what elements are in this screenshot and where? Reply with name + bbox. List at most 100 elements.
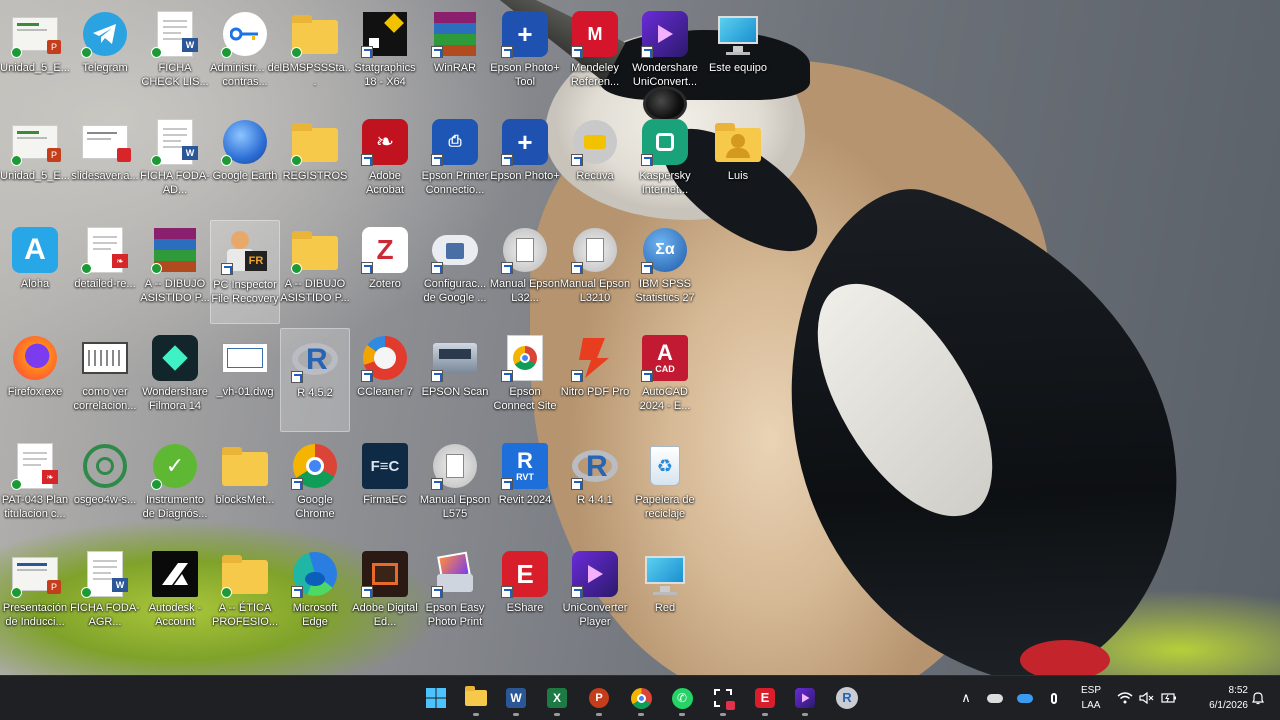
desktop-icon-epson-photo-tool[interactable]: + Epson Photo+ Tool — [490, 4, 560, 108]
desktop-icon-etica-profesional[interactable]: A -- ÉTICA PROFESIO... — [210, 544, 280, 648]
desktop-icon-mendeley[interactable]: M Mendeley Referen... — [560, 4, 630, 108]
desktop-icon-administrador-contrasenas[interactable]: Administr... de contras... — [210, 4, 280, 108]
desktop-icon-microsoft-edge[interactable]: Microsoft Edge — [280, 544, 350, 648]
desktop-icon-epson-connect-site[interactable]: Epson Connect Site — [490, 328, 560, 432]
desktop-icon-ficha-check-list[interactable]: W FICHA CHECK LIS... — [140, 4, 210, 108]
taskbar-snipping-tool[interactable] — [708, 684, 738, 716]
desktop-icon-ibm-spss[interactable]: Σα IBM SPSS Statistics 27 — [630, 220, 700, 324]
desktop-icon-telegram[interactable]: Telegram — [70, 4, 140, 108]
desktop-icon-manual-epson-l3210[interactable]: Manual Epson L3210 — [560, 220, 630, 324]
onedrive-personal-cloud-icon[interactable] — [986, 689, 1004, 707]
desktop-icon-r-452[interactable]: R R 4.5.2 — [280, 328, 350, 432]
desktop-icon-detailed-re[interactable]: ❧ detailed-re... — [70, 220, 140, 324]
taskbar-powerpoint[interactable]: P — [584, 684, 614, 716]
desktop-icon-firmaec[interactable]: F≡C FirmaEC — [350, 436, 420, 540]
desktop-icon-google-chrome[interactable]: Google Chrome — [280, 436, 350, 540]
uniconverter-icon — [795, 688, 815, 708]
taskbar-whatsapp[interactable]: ✆ — [667, 684, 697, 716]
microphone-icon[interactable] — [1045, 689, 1063, 707]
desktop-icon-firefox[interactable]: Firefox.exe — [0, 328, 70, 432]
taskbar-chrome[interactable] — [626, 684, 656, 716]
shortcut-arrow-icon — [291, 478, 303, 490]
taskbar-r[interactable]: R — [832, 684, 862, 712]
desktop-icon-aloha[interactable]: A Aloha — [0, 220, 70, 324]
taskbar-file-explorer[interactable] — [461, 684, 491, 716]
language-label: ESP — [1080, 685, 1101, 696]
input-language-indicator[interactable]: ESP LAA — [1074, 685, 1108, 712]
desktop-icon-registros[interactable]: REGISTROS — [280, 112, 350, 216]
taskbar-word[interactable]: W — [501, 684, 531, 716]
desktop-icon-eshare[interactable]: E EShare — [490, 544, 560, 648]
desktop-icon-r-441[interactable]: R R 4.4.1 — [560, 436, 630, 540]
desktop-icon-unidad-5-b[interactable]: P Unidad_5_E... — [0, 112, 70, 216]
taskbar-eshare[interactable]: E — [750, 684, 780, 716]
notification-bell-icon[interactable] — [1249, 689, 1267, 707]
desktop-icon-label: Microsoft Edge — [292, 602, 338, 628]
desktop-icon-dibujo-asistido-b[interactable]: A -- DIBUJO ASISTIDO P... — [280, 220, 350, 324]
desktop-icon-filmora[interactable]: Wondershare Filmora 14 — [140, 328, 210, 432]
battery-icon[interactable] — [1160, 689, 1178, 707]
desktop-icon-pat-043[interactable]: ❧ PAT-043 Plan titulacion c... — [0, 436, 70, 540]
taskbar-uniconverter[interactable] — [790, 684, 820, 716]
desktop-icon-vh-01-dwg[interactable]: _vh-01.dwg — [210, 328, 280, 432]
desktop-icon-epson-easy-photo-print[interactable]: Epson Easy Photo Print — [420, 544, 490, 648]
desktop-icon-manual-epson-l32[interactable]: Manual Epson L32... — [490, 220, 560, 324]
desktop-icon-label: EPSON Scan — [421, 386, 489, 398]
desktop-icon-label: _vh-01.dwg — [216, 386, 274, 398]
desktop-icon-adobe-acrobat[interactable]: ❧ Adobe Acrobat — [350, 112, 420, 216]
desktop-icon-epson-printer-connection[interactable]: ⎙ Epson Printer Connectio... — [420, 112, 490, 216]
desktop-icon-slidesaver[interactable]: slidesaver.a... — [70, 112, 140, 216]
desktop-icon-label: Telegram — [82, 62, 128, 74]
desktop-icon-winrar[interactable]: WinRAR — [420, 4, 490, 108]
desktop-icon-presentacion-induccion[interactable]: P Presentación de Inducci... — [0, 544, 70, 648]
desktop-icon-autodesk-account[interactable]: Autodesk - Account — [140, 544, 210, 648]
volume-muted-icon[interactable] — [1138, 689, 1156, 707]
desktop-icon-google-earth[interactable]: Google Earth — [210, 112, 280, 216]
desktop-icon-red[interactable]: Red — [630, 544, 700, 648]
desktop-icon-papelera-reciclaje[interactable]: ♻ Papelera de reciclaje — [630, 436, 700, 540]
desktop-icon-label: slidesaver.a... — [71, 170, 139, 182]
desktop-icon-label: Epson Connect Site — [493, 386, 557, 412]
shortcut-arrow-icon — [571, 586, 583, 598]
clock[interactable]: 8:52 6/1/2026 — [1186, 685, 1248, 712]
desktop-icon-luis[interactable]: Luis — [703, 112, 773, 216]
desktop-icon-blocksmet[interactable]: blocksMet... — [210, 436, 280, 540]
desktop-icon-epson-scan[interactable]: EPSON Scan — [420, 328, 490, 432]
desktop-icon-recuva[interactable]: Recuva — [560, 112, 630, 216]
sync-status-icon — [151, 155, 162, 166]
desktop-icon-wondershare-uniconverter[interactable]: Wondershare UniConvert... — [630, 4, 700, 108]
shortcut-arrow-icon — [501, 478, 513, 490]
desktop-icon-ficha-foda-ad[interactable]: W FICHA FODA-AD... — [140, 112, 210, 216]
desktop-icon-kaspersky[interactable]: Kaspersky Internet... — [630, 112, 700, 216]
taskbar-excel[interactable]: X — [542, 684, 572, 716]
desktop-icon-manual-epson-l575[interactable]: Manual Epson L575 — [420, 436, 490, 540]
desktop-icon-como-ver-correlacion[interactable]: como ver correlacion... — [70, 328, 140, 432]
desktop-icon-pc-inspector[interactable]: FR PC Inspector File Recovery — [210, 220, 280, 324]
onedrive-business-cloud-icon[interactable] — [1016, 689, 1034, 707]
r-language-icon: R — [836, 687, 858, 709]
chrome-icon — [291, 442, 339, 490]
desktop-icon-ibmspss-folder[interactable]: IBMSPSSSta... — [279, 4, 351, 108]
wifi-icon[interactable] — [1116, 689, 1134, 707]
photo-print-icon — [431, 550, 479, 598]
desktop-icon-autocad[interactable]: A CAD AutoCAD 2024 - E... — [630, 328, 700, 432]
desktop-icon-este-equipo[interactable]: Este equipo — [703, 4, 773, 108]
desktop-icon-revit[interactable]: R RVT Revit 2024 — [490, 436, 560, 540]
desktop-icon-configuracion-google[interactable]: Configurac... de Google ... — [420, 220, 490, 324]
desktop-icon-osgeo4w[interactable]: osgeo4w-s... — [70, 436, 140, 540]
desktop-icon-zotero[interactable]: Z Zotero — [350, 220, 420, 324]
desktop-icon-statgraphics[interactable]: Statgraphics 18 - X64 — [350, 4, 420, 108]
start-button[interactable] — [421, 684, 451, 712]
desktop-icon-epson-photo-plus[interactable]: + Epson Photo+ — [490, 112, 560, 216]
desktop-icon-unidad-5-a[interactable]: P Unidad_5_E... — [0, 4, 70, 108]
desktop-icon-dibujo-asistido-a[interactable]: A -- DIBUJO ASISTIDO P... — [140, 220, 210, 324]
shortcut-arrow-icon — [431, 370, 443, 382]
desktop-icon-ficha-foda-agr[interactable]: W FICHA FODA-AGR... — [70, 544, 140, 648]
desktop-icon-adobe-digital-editions[interactable]: Adobe Digital Ed... — [350, 544, 420, 648]
show-hidden-icons-chevron-icon[interactable]: ∧ — [957, 689, 975, 707]
desktop-icon-nitro-pdf[interactable]: Nitro PDF Pro — [560, 328, 630, 432]
desktop-icon-ccleaner[interactable]: CCleaner 7 — [350, 328, 420, 432]
desktop-icon-uniconverter-player[interactable]: UniConverter Player — [560, 544, 630, 648]
desktop-icon-instrumento-diagnostico[interactable]: ✓ Instrumento de Diagnós... — [140, 436, 210, 540]
filmora-icon — [151, 334, 199, 382]
